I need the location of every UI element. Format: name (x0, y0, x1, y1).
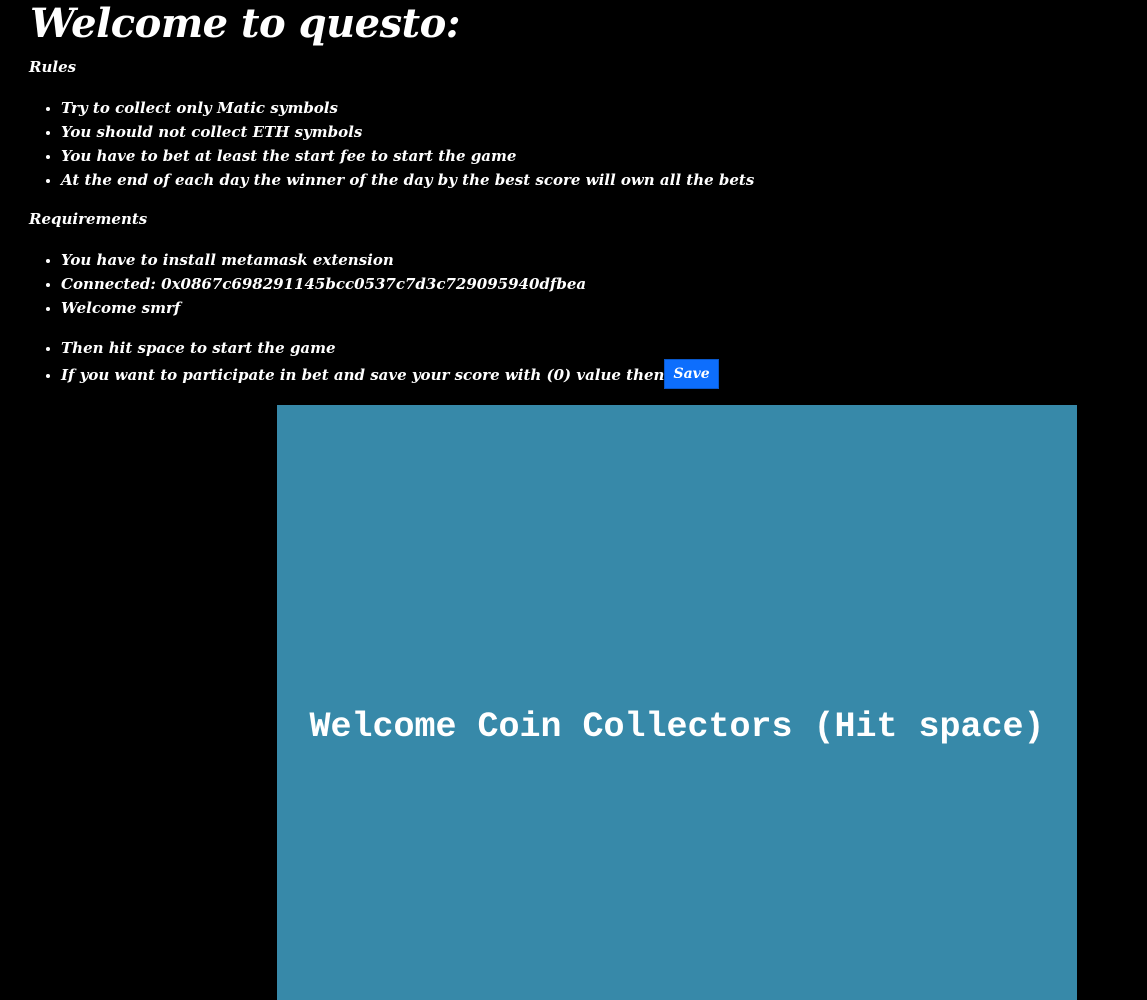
actions-list: Then hit space to start the game If you … (0, 336, 719, 391)
wallet-address: Connected: 0x0867c698291145bcc0537c7d3c7… (61, 272, 586, 296)
welcome-user: Welcome smrf (61, 296, 586, 320)
rule-item: You should not collect ETH symbols (61, 120, 754, 144)
rules-list: Try to collect only Matic symbols You sh… (0, 96, 754, 192)
game-welcome-message: Welcome Coin Collectors (Hit space) (309, 707, 1045, 747)
rule-item: You have to bet at least the start fee t… (61, 144, 754, 168)
start-instruction: Then hit space to start the game (61, 336, 719, 360)
rule-item: At the end of each day the winner of the… (61, 168, 754, 192)
rules-heading: Rules (29, 58, 77, 76)
save-instruction-text: If you want to participate in bet and sa… (61, 366, 665, 384)
save-instruction-item: If you want to participate in bet and sa… (61, 359, 719, 391)
page-title: Welcome to questo: (30, 0, 461, 47)
requirement-item: You have to install metamask extension (61, 248, 586, 272)
save-button[interactable]: Save (664, 359, 719, 389)
rule-item: Try to collect only Matic symbols (61, 96, 754, 120)
game-canvas[interactable]: Welcome Coin Collectors (Hit space) (277, 405, 1077, 1000)
requirements-heading: Requirements (29, 210, 148, 228)
requirements-list: You have to install metamask extension C… (0, 248, 586, 320)
